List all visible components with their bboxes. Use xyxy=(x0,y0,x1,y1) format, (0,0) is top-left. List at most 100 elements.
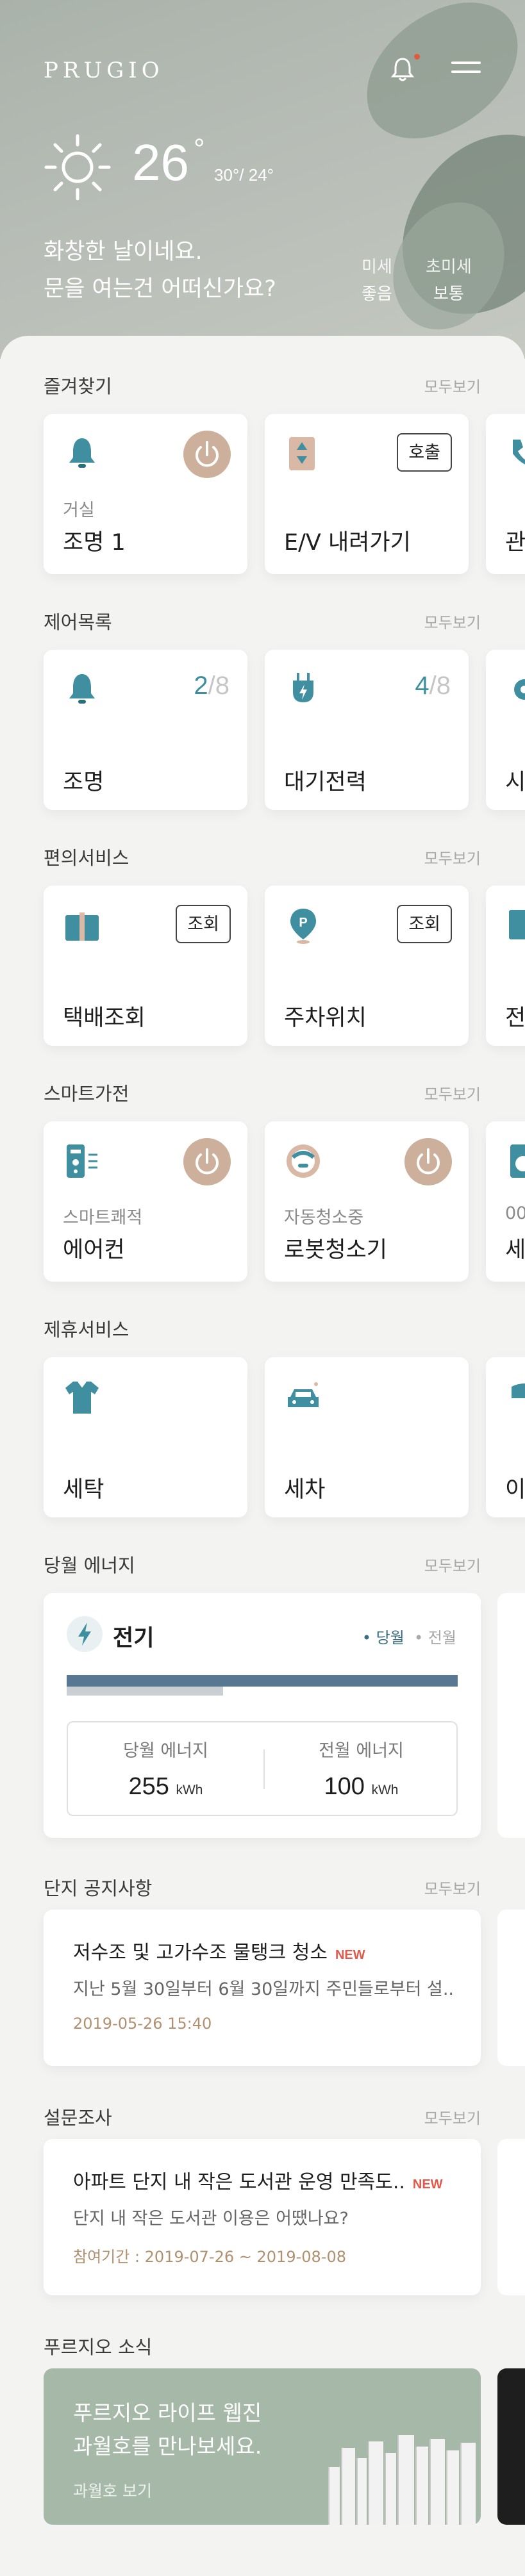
section-title: 스마트가전 xyxy=(44,1083,129,1105)
washer-icon xyxy=(510,1144,525,1178)
notice-body: 지난 5월 30일부터 6월 30일까지 주민들로부터 설.. xyxy=(73,1979,454,1999)
view-all-link[interactable]: 모두보기 xyxy=(424,374,481,397)
power-icon xyxy=(417,1148,440,1175)
service-card-parcel[interactable]: 조회 택배조회 xyxy=(44,886,247,1046)
section-title: 즐겨찾기 xyxy=(44,376,112,397)
appliance-card-partial[interactable]: 00 세 xyxy=(486,1121,525,1282)
weather-header: PRUGIO 26 ° 30°/ 24° 화창한 날이네요. 문을 여는건 어떠… xyxy=(0,0,525,359)
appliance-card-robot-cleaner[interactable]: 자동청소중 로봇청소기 xyxy=(265,1121,469,1282)
card-title: 조명 1 xyxy=(63,530,126,556)
partner-card-laundry[interactable]: 세탁 xyxy=(44,1357,247,1517)
call-elevator-button[interactable]: 호출 xyxy=(397,433,452,472)
aircon-icon xyxy=(67,1144,97,1178)
notice-title: 저수조 및 고가수조 물탱크 청소 NEW xyxy=(73,1936,365,1965)
brand-logo[interactable]: PRUGIO xyxy=(44,58,164,83)
partner-card-partial[interactable]: 이 xyxy=(486,1357,525,1517)
control-card-standby-power[interactable]: 4/8 대기전력 xyxy=(265,650,469,810)
energy-type-title: 전기 xyxy=(113,1626,154,1651)
bell-lamp-icon xyxy=(69,674,95,704)
previous-energy-value: 100 xyxy=(324,1773,365,1800)
current-energy-label: 당월 에너지 xyxy=(123,1741,208,1761)
appliances-row: 스마트쾌적 에어컨 자동청소중 로봇청소기 00 세 xyxy=(44,1121,525,1282)
partners-section-header: 제휴서비스 xyxy=(44,1315,481,1341)
control-card-light[interactable]: 2/8 조명 xyxy=(44,650,247,810)
power-icon xyxy=(196,1148,219,1175)
total-number: /8 xyxy=(208,672,229,700)
news-card-next[interactable] xyxy=(497,2368,525,2525)
controls-row: 2/8 조명 4/8 대기전력 시 xyxy=(44,650,525,810)
hamburger-menu-icon[interactable] xyxy=(451,62,482,78)
notice-card[interactable]: 저수조 및 고가수조 물탱크 청소 NEW 지난 5월 30일부터 6월 30일까… xyxy=(44,1910,481,2066)
power-toggle-button[interactable] xyxy=(183,1138,231,1185)
notification-bell-icon[interactable] xyxy=(388,55,417,83)
appliances-section-header: 스마트가전 모두보기 xyxy=(44,1079,481,1105)
card-title: 세차 xyxy=(284,1477,326,1503)
active-count: 4/8 xyxy=(415,672,451,700)
section-title: 제휴서비스 xyxy=(44,1319,129,1341)
view-all-link[interactable]: 모두보기 xyxy=(424,610,481,632)
view-all-link[interactable]: 모두보기 xyxy=(424,1082,481,1104)
card-subtitle: 스마트쾌적 xyxy=(63,1208,143,1228)
card-title: 세 xyxy=(505,1237,525,1263)
service-card-partial[interactable]: 전 xyxy=(486,886,525,1046)
past-issues-link[interactable]: 과월호 보기 xyxy=(73,2479,152,2502)
news-section-header: 푸르지오 소식 xyxy=(44,2332,481,2358)
energy-summary-box: 당월 에너지 255 kWh 전월 에너지 100 kWh xyxy=(67,1721,458,1816)
services-section-header: 편의서비스 모두보기 xyxy=(44,843,481,869)
power-toggle-button[interactable] xyxy=(183,431,231,478)
favorite-card-light[interactable]: 거실 조명 1 xyxy=(44,414,247,574)
plant-leaf-decoration xyxy=(342,0,525,158)
view-all-link[interactable]: 모두보기 xyxy=(424,2106,481,2128)
active-number: 2 xyxy=(194,672,208,700)
card-title: 로봇청소기 xyxy=(284,1237,388,1263)
control-card-partial[interactable]: 시 xyxy=(486,650,525,810)
active-number: 4 xyxy=(415,672,429,700)
current-energy-value: 255 xyxy=(128,1773,169,1800)
degree-symbol: ° xyxy=(194,133,205,165)
card-title: 대기전력 xyxy=(284,770,367,795)
section-title: 설문조사 xyxy=(44,2107,112,2129)
card-subtitle: 00 xyxy=(505,1203,525,1223)
main-content: 즐겨찾기 모두보기 거실 조명 1 호출 E/V 내려가기 관 제어목록 모두보… xyxy=(0,336,525,2576)
survey-period: 참여기간 : 2019-07-26 ~ 2019-08-08 xyxy=(73,2248,346,2266)
card-subtitle: 거실 xyxy=(63,500,95,520)
survey-card-next[interactable] xyxy=(497,2139,525,2295)
banner-title: 푸르지오 라이프 웹진 과월호를 만나보세요. xyxy=(73,2397,262,2463)
survey-card[interactable]: 아파트 단지 내 작은 도서관 운영 만족도.. NEW 단지 내 작은 도서관 … xyxy=(44,2139,481,2295)
favorites-row: 거실 조명 1 호출 E/V 내려가기 관 xyxy=(44,414,525,574)
active-count: 2/8 xyxy=(194,672,229,700)
ultrafine-dust-value: 보통 xyxy=(433,285,464,304)
current-temperature: 26 xyxy=(132,134,189,191)
power-toggle-button[interactable] xyxy=(404,1138,452,1185)
sun-icon xyxy=(44,134,111,201)
view-all-link[interactable]: 모두보기 xyxy=(424,1553,481,1576)
plug-icon xyxy=(293,673,313,702)
legend-previous: • 전월 xyxy=(414,1629,456,1647)
favorites-section-header: 즐겨찾기 모두보기 xyxy=(44,372,481,397)
fine-dust-status: 미세 좋음 xyxy=(362,254,392,308)
section-title: 제어목록 xyxy=(44,611,112,633)
view-all-link[interactable]: 모두보기 xyxy=(424,1876,481,1899)
card-title: 에어컨 xyxy=(63,1237,125,1263)
energy-card-next[interactable] xyxy=(497,1593,525,1838)
service-card-parking[interactable]: P 조회 주차위치 xyxy=(265,886,469,1046)
partner-card-carwash[interactable]: 세차 xyxy=(265,1357,469,1517)
survey-body: 단지 내 작은 도서관 이용은 어땠나요? xyxy=(73,2209,349,2229)
energy-card-electricity[interactable]: 전기 • 당월 • 전월 당월 에너지 255 kWh 전월 에너지 100 k… xyxy=(44,1593,481,1838)
parcel-lookup-button[interactable]: 조회 xyxy=(176,905,231,943)
favorite-card-partial[interactable]: 관 xyxy=(486,414,525,574)
ultrafine-dust-label: 초미세 xyxy=(426,258,472,277)
webzine-banner[interactable]: 푸르지오 라이프 웹진 과월호를 만나보세요. 과월호 보기 xyxy=(44,2368,481,2525)
appliance-card-aircon[interactable]: 스마트쾌적 에어컨 xyxy=(44,1121,247,1282)
parking-lookup-button[interactable]: 조회 xyxy=(397,905,452,943)
view-all-link[interactable]: 모두보기 xyxy=(424,846,481,868)
parcel-icon xyxy=(65,912,99,941)
previous-energy-label: 전월 에너지 xyxy=(319,1741,404,1761)
greeting-line-1: 화창한 날이네요. xyxy=(44,239,203,265)
card-title: 시 xyxy=(505,770,525,795)
truck-icon xyxy=(512,1383,525,1398)
notification-dot xyxy=(414,54,420,60)
svg-text:P: P xyxy=(299,916,307,930)
notice-card-next[interactable] xyxy=(497,1910,525,2066)
favorite-card-elevator[interactable]: 호출 E/V 내려가기 xyxy=(265,414,469,574)
